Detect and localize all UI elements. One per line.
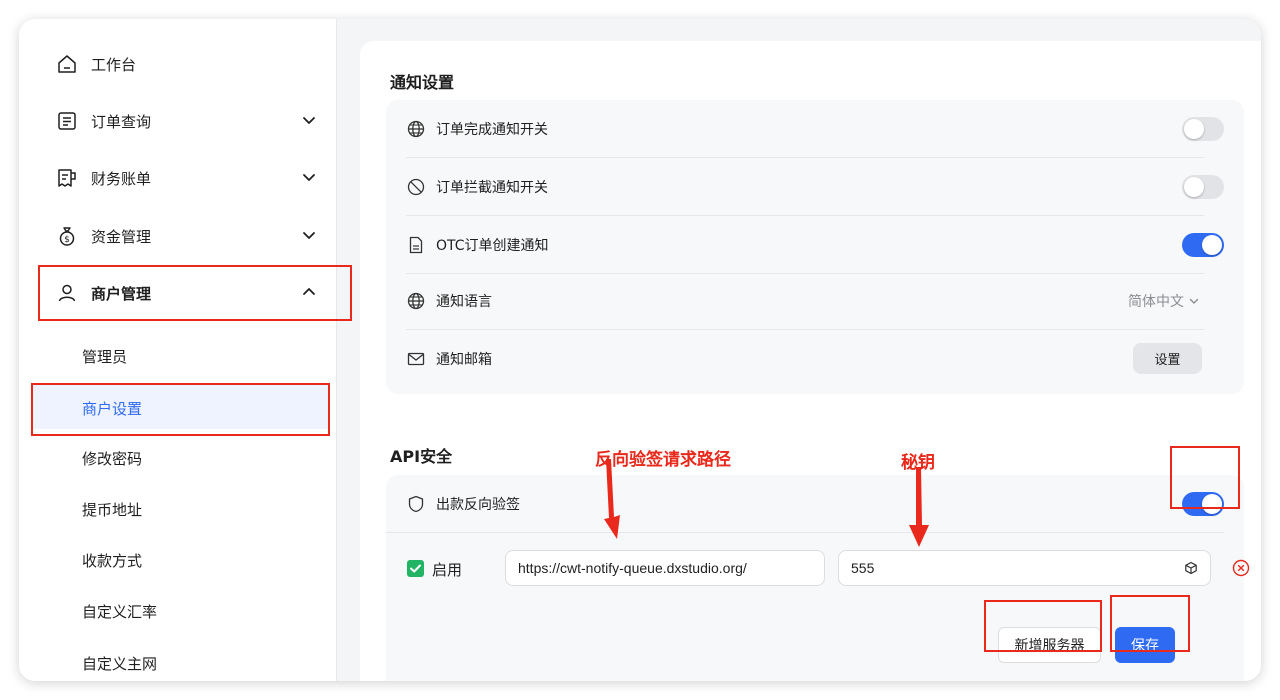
sidebar-subitem-change-password[interactable]: 修改密码 — [33, 435, 328, 479]
sidebar-subitem-label: 自定义汇率 — [82, 603, 158, 621]
sidebar-subitem-admin[interactable]: 管理员 — [33, 333, 328, 377]
notify-row-language: 通知语言 简体中文 — [386, 272, 1224, 330]
chevron-down-icon[interactable] — [301, 169, 317, 185]
money-bag-icon: $ — [59, 227, 75, 246]
sidebar-item-finance[interactable]: 财务账单 — [19, 153, 337, 203]
annotation-arrow — [604, 459, 620, 539]
sidebar-item-label: 财务账单 — [91, 170, 152, 188]
notify-row-label: 通知邮箱 — [436, 352, 492, 368]
svg-text:$: $ — [64, 235, 70, 245]
delete-circle-icon[interactable] — [1232, 559, 1250, 577]
notify-row-order-complete: 订单完成通知开关 — [386, 100, 1224, 158]
notify-card: 订单完成通知开关 订单拦截通知开关 OTC订单创建通知 通知语言 简体中文 通知… — [386, 100, 1244, 394]
cube-icon[interactable] — [1184, 561, 1198, 575]
sidebar-item-funds[interactable]: $ 资金管理 — [19, 211, 337, 261]
language-select-value: 简体中文 — [1128, 294, 1184, 310]
sidebar-subitem-withdraw-address[interactable]: 提币地址 — [33, 486, 328, 530]
sidebar-subitem-label: 自定义主网 — [82, 655, 158, 673]
api-card: 出款反向验签 启用 https://cwt-notify-queue.dxstu… — [386, 475, 1250, 681]
chevron-down-icon[interactable] — [301, 227, 317, 243]
sidebar-subitem-label: 管理员 — [82, 348, 128, 366]
sidebar-item-label: 资金管理 — [91, 228, 152, 246]
otc-create-toggle[interactable] — [1182, 233, 1224, 257]
order-complete-toggle[interactable] — [1182, 117, 1224, 141]
ban-icon — [407, 178, 425, 196]
api-section-title: API安全 — [390, 447, 453, 466]
notify-row-label: 通知语言 — [436, 294, 492, 310]
sidebar-item-label: 工作台 — [91, 56, 137, 74]
shield-icon — [408, 495, 424, 513]
sidebar-item-label: 订单查询 — [91, 113, 152, 131]
server-secret-value: 555 — [851, 560, 875, 576]
sidebar-item-orders[interactable]: 订单查询 — [19, 96, 337, 146]
server-enable-checkbox[interactable] — [407, 560, 424, 577]
language-select[interactable]: 简体中文 — [1128, 291, 1200, 311]
sidebar-item-label: 商户管理 — [91, 285, 152, 303]
sidebar-subitem-label: 修改密码 — [82, 450, 143, 468]
order-intercept-toggle[interactable] — [1182, 175, 1224, 199]
file-icon — [409, 236, 423, 254]
server-secret-input[interactable]: 555 — [838, 550, 1211, 586]
notify-row-label: 订单拦截通知开关 — [436, 180, 548, 196]
add-server-button[interactable]: 新增服务器 — [998, 627, 1101, 663]
annotation-arrow — [909, 467, 929, 547]
chevron-up-icon[interactable] — [301, 284, 317, 300]
home-icon — [58, 55, 76, 73]
api-row-label: 出款反向验签 — [436, 497, 520, 513]
globe-icon — [407, 292, 425, 310]
notify-row-email: 通知邮箱 设置 — [386, 330, 1224, 388]
sidebar-subitem-merchant-settings[interactable]: 商户设置 — [33, 385, 328, 429]
api-row-reverse-verify: 出款反向验签 — [386, 475, 1224, 533]
save-button[interactable]: 保存 — [1115, 627, 1175, 663]
sidebar-subitem-label: 提币地址 — [82, 501, 143, 519]
notify-row-label: OTC订单创建通知 — [436, 238, 549, 254]
sidebar-subitem-label: 商户设置 — [82, 400, 143, 418]
sidebar-item-merchant[interactable]: 商户管理 — [19, 268, 337, 318]
app-window: 工作台 订单查询 财务账单 $ 资金管理 商户管理 管理员 商户设置 修改密码 … — [19, 19, 1261, 681]
reverse-verify-toggle[interactable] — [1182, 492, 1224, 516]
sidebar-subitem-custom-rate[interactable]: 自定义汇率 — [33, 588, 328, 632]
check-icon — [410, 564, 421, 573]
notify-row-otc-create: OTC订单创建通知 — [386, 216, 1224, 274]
notify-section-title: 通知设置 — [390, 73, 455, 92]
main-content: 通知设置 订单完成通知开关 订单拦截通知开关 OTC订单创建通知 通知语言 简体… — [360, 41, 1261, 681]
chevron-down-icon — [1189, 298, 1199, 304]
sidebar-subitem-custom-mainnet[interactable]: 自定义主网 — [33, 640, 328, 681]
document-list-icon — [58, 112, 76, 130]
sidebar-item-dashboard[interactable]: 工作台 — [19, 39, 337, 89]
server-enable-label: 启用 — [432, 561, 463, 579]
api-server-panel: 启用 https://cwt-notify-queue.dxstudio.org… — [386, 533, 1250, 681]
server-url-input[interactable]: https://cwt-notify-queue.dxstudio.org/ — [505, 550, 825, 586]
sidebar-subitem-label: 收款方式 — [82, 552, 143, 570]
notify-row-order-intercept: 订单拦截通知开关 — [386, 158, 1224, 216]
globe-icon — [407, 120, 425, 138]
chevron-down-icon[interactable] — [301, 112, 317, 128]
sidebar-subitem-payment-methods[interactable]: 收款方式 — [33, 537, 328, 581]
email-settings-button[interactable]: 设置 — [1133, 343, 1202, 374]
user-icon — [58, 284, 76, 302]
sidebar: 工作台 订单查询 财务账单 $ 资金管理 商户管理 管理员 商户设置 修改密码 … — [19, 19, 352, 681]
notify-row-label: 订单完成通知开关 — [436, 122, 548, 138]
mail-icon — [407, 352, 425, 366]
receipt-icon — [58, 169, 76, 187]
